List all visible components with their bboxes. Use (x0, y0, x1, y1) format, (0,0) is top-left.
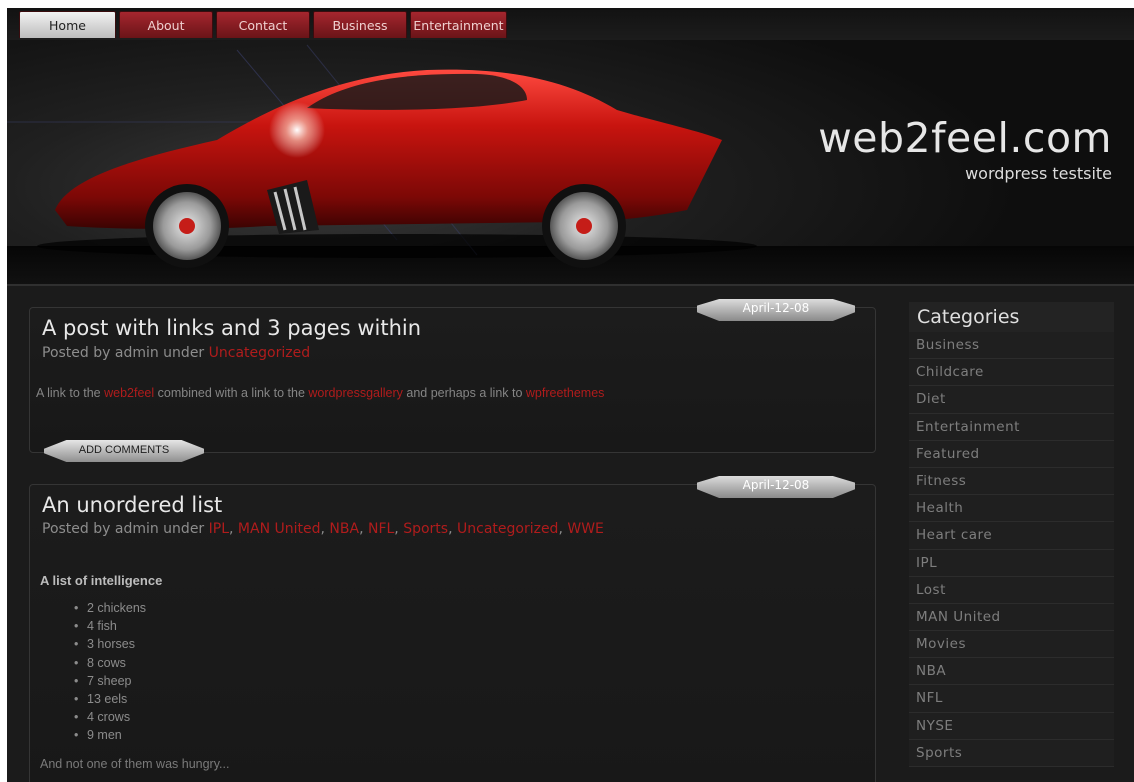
sidebar-categories: Categories Business Childcare Diet Enter… (909, 302, 1114, 767)
category-link-nba[interactable]: NBA (329, 521, 359, 537)
nav-tab-about[interactable]: About (119, 11, 213, 38)
category-business[interactable]: Business (909, 332, 1114, 360)
post-date: April-12-08 (697, 476, 855, 498)
category-link-uncategorized[interactable]: Uncategorized (457, 521, 558, 537)
post-card: April-12-08 An unordered list Posted by … (29, 476, 876, 782)
category-sports[interactable]: Sports (909, 739, 1114, 767)
category-link-man-united[interactable]: MAN United (238, 521, 321, 537)
list-item: 4 crows (74, 708, 146, 726)
list-item: 8 cows (74, 654, 146, 672)
list-item: 2 chickens (74, 599, 146, 617)
list-item: 3 horses (74, 635, 146, 653)
post-meta-prefix: Posted by admin under (42, 521, 209, 537)
link-web2feel[interactable]: web2feel (104, 386, 154, 400)
category-nyse[interactable]: NYSE (909, 712, 1114, 740)
post-meta-prefix: Posted by admin under (42, 345, 209, 361)
add-comments-button[interactable]: ADD COMMENTS (44, 440, 204, 462)
body-text: A link to the (36, 386, 105, 400)
nav-tab-business[interactable]: Business (313, 11, 407, 38)
unordered-list: 2 chickens 4 fish 3 horses 8 cows 7 shee… (74, 599, 146, 745)
nav-tab-entertainment[interactable]: Entertainment (410, 11, 507, 38)
header-banner: web2feel.com wordpress testsite (7, 40, 1134, 284)
category-nfl[interactable]: NFL (909, 685, 1114, 713)
category-fitness[interactable]: Fitness (909, 467, 1114, 496)
car-banner-image (7, 44, 757, 268)
category-link-ipl[interactable]: IPL (209, 521, 229, 537)
top-bar: Home About Contact Business Entertainmen… (7, 8, 1134, 41)
page-frame: Home About Contact Business Entertainmen… (7, 8, 1134, 782)
body-text: combined with a link to the (154, 386, 309, 400)
list-heading: A list of intelligence (40, 573, 163, 588)
header-divider (7, 284, 1134, 286)
list-item: 4 fish (74, 617, 146, 635)
post-meta: Posted by admin under Uncategorized (42, 345, 310, 361)
nav-tab-contact[interactable]: Contact (216, 11, 310, 38)
category-featured[interactable]: Featured (909, 440, 1114, 468)
category-ipl[interactable]: IPL (909, 549, 1114, 577)
category-health[interactable]: Health (909, 495, 1114, 523)
post-meta: Posted by admin under IPL, MAN United, N… (42, 521, 604, 537)
category-link-wwe[interactable]: WWE (567, 521, 604, 537)
site-title[interactable]: web2feel.com (818, 114, 1112, 162)
post-title[interactable]: An unordered list (42, 493, 222, 517)
sidebar-title: Categories (909, 302, 1114, 332)
category-lost[interactable]: Lost (909, 576, 1114, 604)
category-link-nfl[interactable]: NFL (368, 521, 394, 537)
category-link-uncategorized[interactable]: Uncategorized (209, 345, 310, 361)
list-item: 13 eels (74, 690, 146, 708)
post-title[interactable]: A post with links and 3 pages within (42, 316, 421, 340)
category-heart-care[interactable]: Heart care (909, 522, 1114, 550)
list-item: 9 men (74, 726, 146, 744)
post-outro: And not one of them was hungry... (40, 757, 230, 771)
category-nba[interactable]: NBA (909, 658, 1114, 686)
category-man-united[interactable]: MAN United (909, 603, 1114, 632)
post-body: A link to the web2feel combined with a l… (36, 386, 604, 400)
site-tagline: wordpress testsite (965, 164, 1112, 183)
body-text: and perhaps a link to (402, 386, 526, 400)
main-nav: Home About Contact Business Entertainmen… (19, 11, 510, 38)
post-card: April-12-08 A post with links and 3 page… (29, 299, 876, 462)
post-date: April-12-08 (697, 299, 855, 321)
link-wpfreethemes[interactable]: wpfreethemes (526, 386, 605, 400)
category-diet[interactable]: Diet (909, 386, 1114, 414)
category-link-sports[interactable]: Sports (403, 521, 448, 537)
nav-tab-home[interactable]: Home (19, 11, 116, 38)
list-item: 7 sheep (74, 672, 146, 690)
category-entertainment[interactable]: Entertainment (909, 413, 1114, 441)
category-childcare[interactable]: Childcare (909, 359, 1114, 387)
category-movies[interactable]: Movies (909, 631, 1114, 659)
link-wordpressgallery[interactable]: wordpressgallery (308, 386, 402, 400)
